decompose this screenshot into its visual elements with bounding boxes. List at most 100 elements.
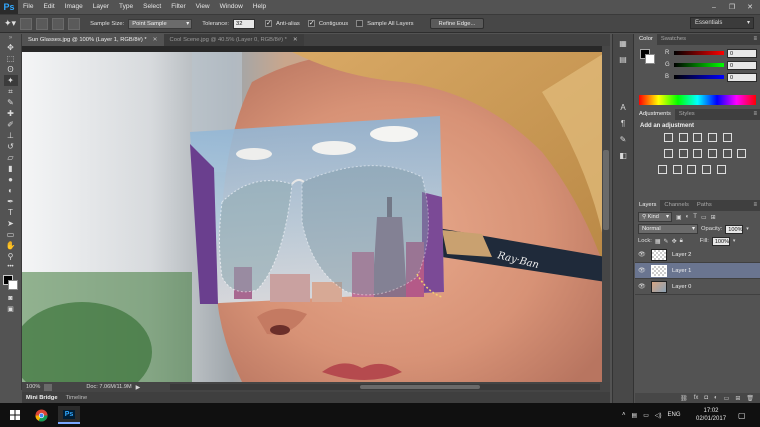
blend-mode-select[interactable]: Normal	[638, 224, 698, 234]
selective-color-icon[interactable]	[702, 165, 712, 174]
contiguous-checkbox[interactable]	[307, 19, 315, 27]
tab-layers[interactable]: Layers	[635, 200, 661, 211]
network-icon[interactable]: ▤	[632, 412, 638, 419]
close-tab-icon[interactable]: ✕	[293, 37, 298, 43]
refine-edge-button[interactable]: Refine Edge...	[429, 18, 485, 29]
tab-paths[interactable]: Paths	[693, 200, 716, 211]
brush-panel-icon[interactable]: ◧	[615, 150, 631, 162]
close-icon[interactable]: ✕	[742, 0, 758, 14]
sample-size-select[interactable]: Point Sample	[128, 18, 193, 29]
menu-edit[interactable]: Edit	[38, 0, 59, 14]
menu-view[interactable]: View	[191, 0, 215, 14]
color-spectrum-ramp[interactable]	[639, 95, 756, 105]
menu-layer[interactable]: Layer	[88, 0, 114, 14]
tab-mini-bridge[interactable]: Mini Bridge	[26, 395, 58, 401]
panel-menu-icon[interactable]: ≡	[753, 109, 757, 120]
quick-mask-icon[interactable]: ◙	[4, 293, 18, 304]
brush-tool-icon[interactable]: ✐	[4, 119, 18, 130]
eye-icon[interactable]: 👁︎	[638, 251, 646, 258]
layer-style-icon[interactable]: fx	[694, 395, 699, 401]
path-selection-tool-icon[interactable]: ➤	[4, 218, 18, 229]
panel-menu-icon[interactable]: ≡	[753, 200, 757, 211]
eye-icon[interactable]: 👁︎	[638, 267, 646, 274]
zoom-level[interactable]: 100%	[26, 384, 40, 390]
hue-saturation-icon[interactable]	[664, 149, 673, 158]
intersect-selection-icon[interactable]	[68, 17, 81, 30]
background-color-swatch[interactable]	[8, 280, 18, 290]
tab-channels[interactable]: Channels	[660, 200, 693, 211]
tab-swatches[interactable]: Swatches	[657, 34, 690, 45]
menu-help[interactable]: Help	[248, 0, 271, 14]
layer-row-1[interactable]: 👁︎ Layer 1	[635, 263, 760, 279]
screen-mode-icon[interactable]: ▣	[4, 304, 18, 315]
vibrance-icon[interactable]	[722, 133, 732, 142]
eraser-tool-icon[interactable]: ▱	[4, 152, 18, 163]
green-slider[interactable]	[674, 63, 724, 67]
tool-presets-icon[interactable]: ✎	[615, 134, 631, 146]
tab-color[interactable]: Color	[635, 34, 657, 45]
menu-type[interactable]: Type	[114, 0, 138, 14]
history-brush-tool-icon[interactable]: ↺	[4, 141, 18, 152]
properties-panel-icon[interactable]: ▤	[615, 54, 631, 66]
tray-chevron-icon[interactable]: ˄	[622, 412, 626, 418]
crop-tool-icon[interactable]: ⌗	[4, 86, 18, 97]
new-layer-icon[interactable]: ⊞	[735, 395, 740, 402]
canvas-area[interactable]: Ray·Ban	[22, 46, 610, 382]
fill-dropdown-icon[interactable]: ▾	[733, 238, 736, 244]
pen-tool-icon[interactable]: ✒	[4, 196, 18, 207]
opacity-value[interactable]: 100%	[725, 224, 744, 234]
history-panel-icon[interactable]: ▦	[615, 38, 631, 50]
color-bg-swatch[interactable]	[645, 54, 655, 64]
red-value[interactable]: 0	[727, 48, 757, 58]
clock[interactable]: 17:02 02/01/2017	[696, 403, 726, 427]
healing-brush-tool-icon[interactable]: ✚	[4, 108, 18, 119]
hand-tool-icon[interactable]: ✋	[4, 240, 18, 251]
gradient-tool-icon[interactable]: ▮	[4, 163, 18, 174]
more-tools-icon[interactable]: •••	[4, 262, 18, 273]
color-lookup-icon[interactable]	[737, 149, 747, 158]
chrome-icon[interactable]	[30, 406, 52, 424]
tab-cool-scene[interactable]: Cool Scene.jpg @ 40.5% (Layer 0, RGB/8#)…	[163, 34, 304, 46]
move-tool-icon[interactable]: ✥	[4, 42, 18, 53]
tab-adjustments[interactable]: Adjustments	[635, 109, 675, 120]
document-canvas[interactable]: Ray·Ban	[22, 52, 606, 382]
new-group-icon[interactable]: ▭	[724, 395, 730, 402]
add-selection-icon[interactable]	[36, 17, 49, 30]
filter-shape-icon[interactable]: ▭	[701, 214, 707, 221]
layer-row-0[interactable]: 👁︎ Layer 0	[635, 279, 760, 295]
workspace-select[interactable]: Essentials	[690, 17, 754, 29]
filter-smart-object-icon[interactable]: ⊞	[711, 214, 716, 221]
volume-icon[interactable]: ◁)	[655, 412, 662, 419]
menu-image[interactable]: Image	[60, 0, 88, 14]
magic-wand-preset-icon[interactable]: ✦▾	[4, 18, 16, 29]
blue-value[interactable]: 0	[727, 72, 757, 82]
sample-all-layers-checkbox[interactable]	[356, 20, 364, 27]
delete-layer-icon[interactable]: 🗑︎	[746, 395, 754, 402]
black-white-icon[interactable]	[693, 149, 703, 158]
collapse-toolbar-icon[interactable]: »	[4, 34, 18, 42]
lock-pixels-icon[interactable]: ✎	[664, 238, 669, 245]
battery-icon[interactable]: ▭	[643, 412, 649, 419]
green-value[interactable]: 0	[727, 60, 757, 70]
lock-transparent-icon[interactable]: ▦	[655, 238, 661, 245]
eye-icon[interactable]: 👁︎	[638, 283, 646, 290]
shape-tool-icon[interactable]: ▭	[4, 229, 18, 240]
action-center-icon[interactable]: ▢	[738, 403, 746, 427]
status-menu-icon[interactable]: ▶	[136, 384, 141, 391]
clone-stamp-tool-icon[interactable]: ⊥	[4, 130, 18, 141]
vertical-scroll-thumb[interactable]	[603, 150, 609, 230]
windows-start-icon[interactable]	[4, 406, 26, 424]
maximize-icon[interactable]: ❐	[724, 0, 740, 14]
zoom-tool-icon[interactable]: ⚲	[4, 251, 18, 262]
layer-mask-icon[interactable]: ◘	[704, 395, 708, 401]
posterize-icon[interactable]	[672, 165, 682, 174]
layer-row-2[interactable]: 👁︎ Layer 2	[635, 247, 760, 263]
link-layers-icon[interactable]: ⛓	[680, 395, 688, 402]
invert-icon[interactable]	[658, 165, 667, 174]
gradient-map-icon[interactable]	[716, 165, 726, 174]
new-selection-icon[interactable]	[20, 17, 33, 30]
exposure-icon[interactable]	[708, 133, 718, 142]
filter-pixel-icon[interactable]: ▣	[676, 214, 682, 221]
channel-mixer-icon[interactable]	[722, 149, 732, 158]
red-slider[interactable]	[674, 51, 724, 55]
